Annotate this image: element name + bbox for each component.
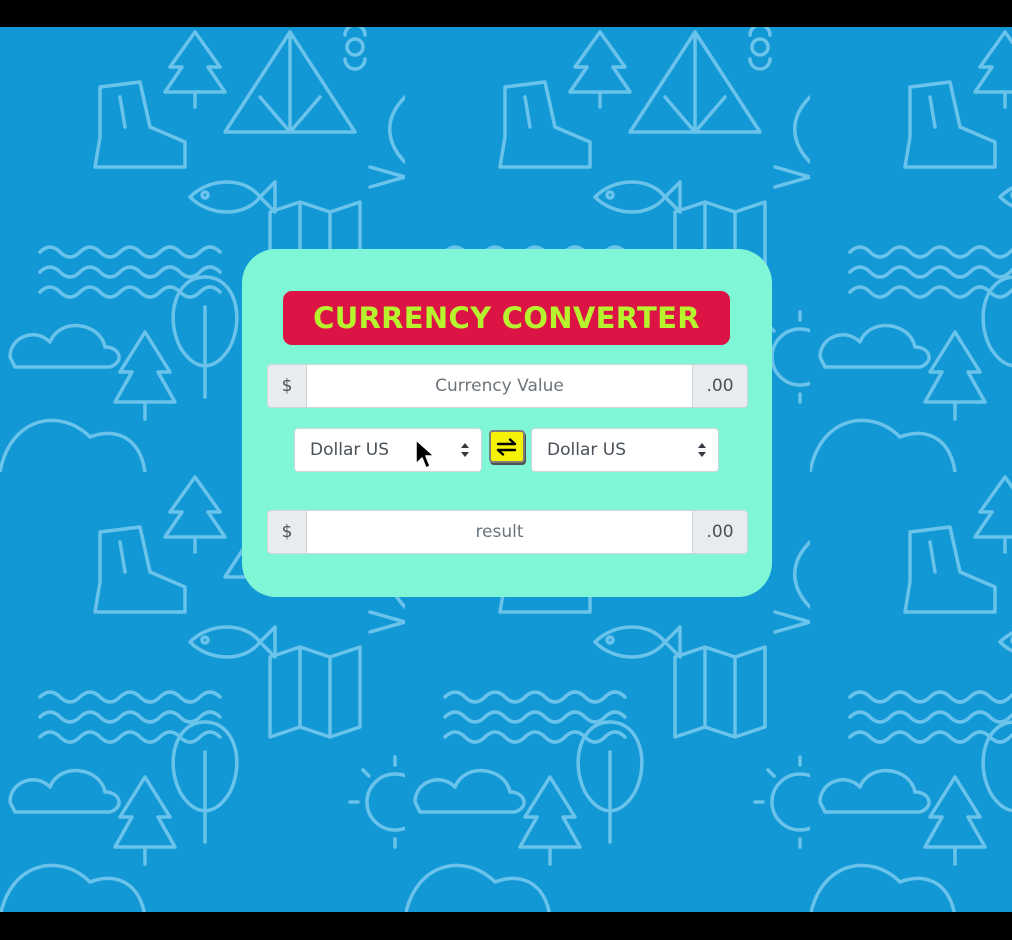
currency-value-group: $ .00 xyxy=(267,364,748,408)
app-title: CURRENCY CONVERTER xyxy=(283,291,730,345)
select-caret-icon xyxy=(698,443,706,457)
mouse-cursor-icon xyxy=(415,439,435,469)
result-prefix: $ xyxy=(267,510,307,554)
from-currency-select[interactable]: Dollar US xyxy=(294,428,482,472)
select-caret-icon xyxy=(461,443,469,457)
swap-arrows-icon xyxy=(496,437,517,456)
currency-suffix: .00 xyxy=(692,364,748,408)
to-currency-select[interactable]: Dollar US xyxy=(531,428,719,472)
from-currency-value: Dollar US xyxy=(310,440,389,460)
result-input[interactable] xyxy=(307,510,692,554)
result-group: $ .00 xyxy=(267,510,748,554)
swap-button[interactable] xyxy=(489,430,525,463)
result-suffix: .00 xyxy=(692,510,748,554)
to-currency-value: Dollar US xyxy=(547,440,626,460)
currency-prefix: $ xyxy=(267,364,307,408)
page-background: CURRENCY CONVERTER $ .00 Dollar US Dolla… xyxy=(0,27,1012,912)
currency-value-input[interactable] xyxy=(307,364,692,408)
converter-card: CURRENCY CONVERTER $ .00 Dollar US Dolla… xyxy=(242,249,772,597)
